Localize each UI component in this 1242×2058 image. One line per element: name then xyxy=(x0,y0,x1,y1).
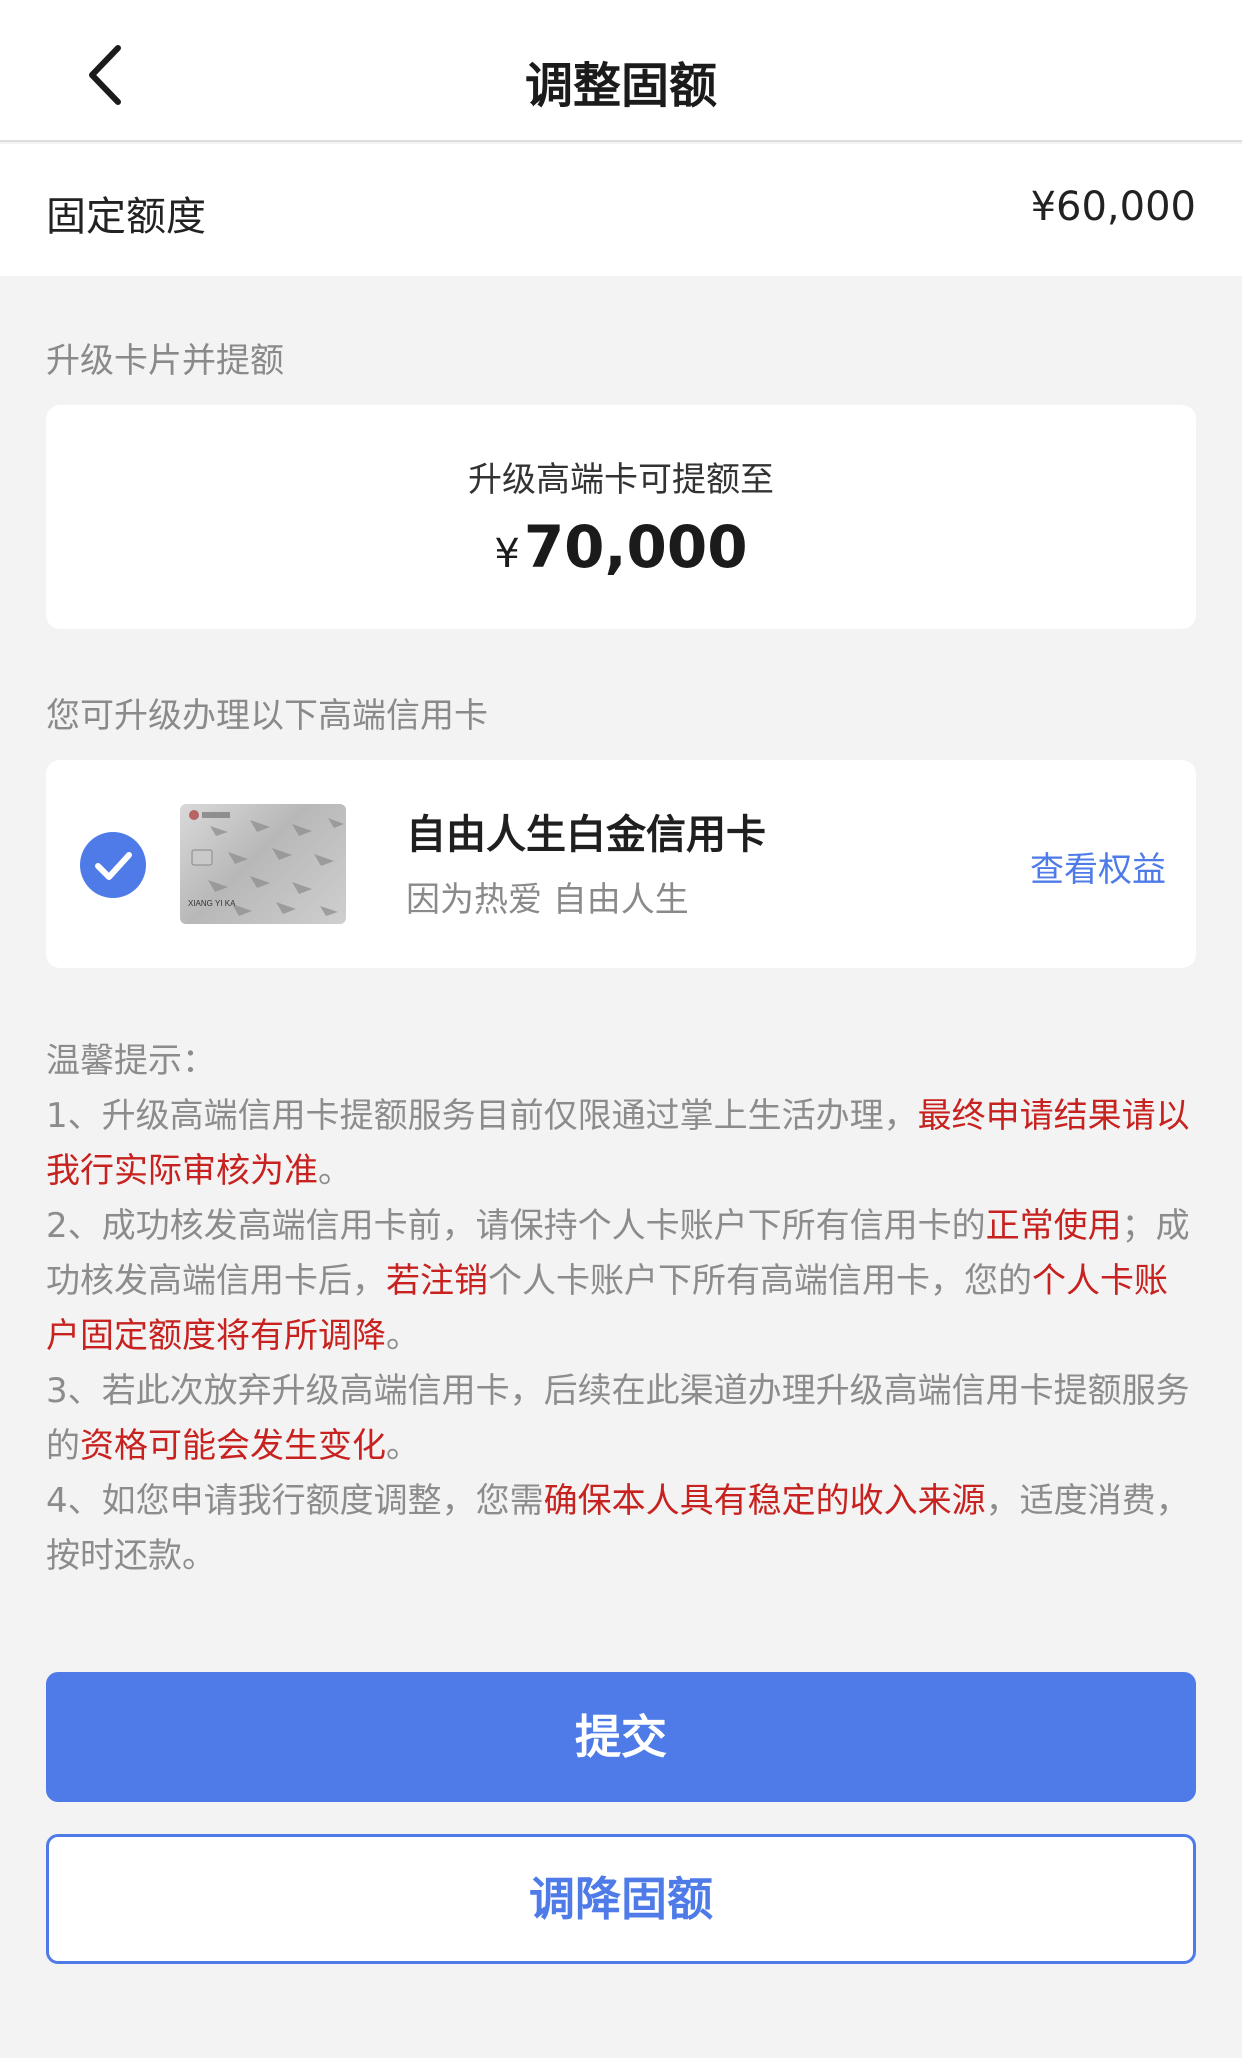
tip-text: 。 xyxy=(386,1426,420,1466)
fixed-limit-row: 固定额度 ¥60,000 xyxy=(0,144,1242,276)
nav-bar: 调整固额 xyxy=(0,0,1242,142)
bird-pattern-icon: XIANG YI KA xyxy=(188,810,344,916)
tip-item: 4、如您申请我行额度调整，您需确保本人具有稳定的收入来源，适度消费，按时还款。 xyxy=(46,1474,1196,1584)
upgrade-section-label: 升级卡片并提额 xyxy=(46,341,284,381)
fixed-limit-label: 固定额度 xyxy=(46,194,206,240)
tip-text: 。 xyxy=(386,1316,420,1356)
page-title: 调整固额 xyxy=(524,58,717,114)
tip-item: 2、成功核发高端信用卡前，请保持个人卡账户下所有信用卡的正常使用；成功核发高端信… xyxy=(46,1199,1196,1364)
tip-highlight-text: 资格可能会发生变化 xyxy=(80,1426,386,1466)
view-benefits-link[interactable]: 查看权益 xyxy=(1030,842,1166,891)
tip-highlight-text: 正常使用 xyxy=(985,1206,1122,1246)
decrease-limit-button[interactable]: 调降固额 xyxy=(46,1834,1196,1964)
card-option[interactable]: XIANG YI KA 自由人生白金信用卡 因为热爱 自由人生 查看权益 xyxy=(46,760,1196,968)
checked-icon[interactable] xyxy=(80,832,146,898)
tip-text: 个人卡账户下所有高端信用卡，您的 xyxy=(488,1261,1032,1301)
card-image-text: XIANG YI KA xyxy=(188,899,236,908)
tip-highlight-text: 若注销 xyxy=(386,1261,488,1301)
upgrade-subtitle: 升级高端卡可提额至 xyxy=(468,460,774,500)
checkmark-icon xyxy=(95,852,132,880)
tip-text: 4、如您申请我行额度调整，您需 xyxy=(46,1481,544,1521)
fixed-limit-value: ¥60,000 xyxy=(1030,184,1196,230)
credit-card-image: XIANG YI KA xyxy=(180,804,346,924)
card-slogan: 因为热爱 自由人生 xyxy=(406,880,689,920)
upgrade-amount: ¥70,000 xyxy=(46,513,1196,581)
tips-heading: 温馨提示： xyxy=(46,1041,216,1081)
tip-text: 2、成功核发高端信用卡前，请保持个人卡账户下所有信用卡的 xyxy=(46,1206,986,1246)
submit-button[interactable]: 提交 xyxy=(46,1672,1196,1802)
tip-item: 1、升级高端信用卡提额服务目前仅限通过掌上生活办理，最终申请结果请以我行实际审核… xyxy=(46,1089,1196,1199)
tip-highlight-text: 确保本人具有稳定的收入来源 xyxy=(543,1481,986,1521)
card-select-section-label: 您可升级办理以下高端信用卡 xyxy=(46,696,488,736)
tips-block: 温馨提示： 1、升级高端信用卡提额服务目前仅限通过掌上生活办理，最终申请结果请以… xyxy=(46,1034,1196,1584)
card-name: 自由人生白金信用卡 xyxy=(406,812,766,858)
tips-list: 1、升级高端信用卡提额服务目前仅限通过掌上生活办理，最终申请结果请以我行实际审核… xyxy=(46,1089,1196,1584)
upgrade-limit-card: 升级高端卡可提额至 ¥70,000 xyxy=(46,405,1196,629)
upgrade-amount-value: 70,000 xyxy=(523,513,748,581)
currency-symbol: ¥ xyxy=(494,531,520,577)
tip-text: 。 xyxy=(318,1151,352,1191)
tip-item: 3、若此次放弃升级高端信用卡，后续在此渠道办理升级高端信用卡提额服务的资格可能会… xyxy=(46,1364,1196,1474)
tip-text: 1、升级高端信用卡提额服务目前仅限通过掌上生活办理， xyxy=(46,1096,918,1136)
